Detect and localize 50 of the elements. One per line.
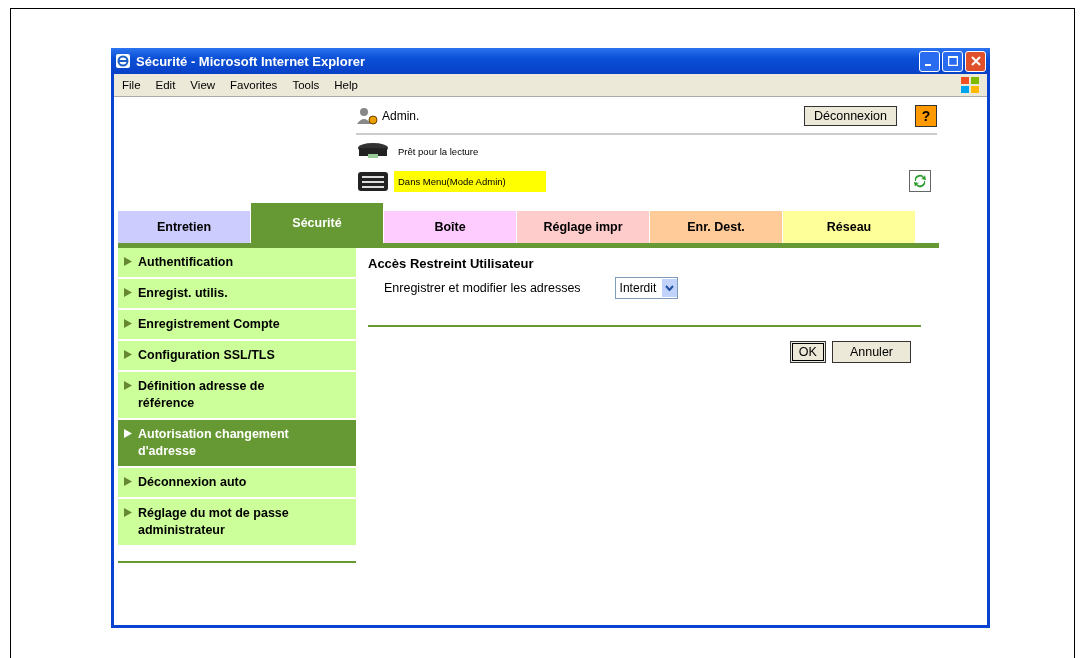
triangle-icon [124,477,132,486]
sidebar-item[interactable]: Déconnexion auto [118,468,356,499]
tab[interactable]: Enr. Dest. [650,211,783,243]
copier-icon [356,170,390,192]
menu-item[interactable]: View [190,79,216,91]
sidebar-item[interactable]: Authentification [118,248,356,279]
help-button[interactable]: ? [915,105,937,127]
status-text: Dans Menu(Mode Admin) [394,170,546,192]
cancel-button[interactable]: Annuler [831,341,911,363]
refresh-icon [912,173,928,189]
triangle-icon [124,257,132,266]
menu-item[interactable]: Edit [155,79,176,91]
section-title: Accès Restreint Utilisateur [368,256,535,271]
user-label: Admin. [382,109,420,123]
sidebar-item[interactable]: Configuration SSL/TLS [118,341,356,372]
window-title: Sécurité - Microsoft Internet Explorer [136,53,365,69]
tab[interactable]: Réglage impr [517,211,650,243]
refresh-button[interactable] [909,170,931,192]
tab[interactable]: Réseau [783,211,916,243]
admin-user-icon [356,106,378,126]
close-icon [970,56,981,66]
triangle-icon [124,288,132,297]
triangle-icon [124,350,132,359]
windows-logo-icon [959,75,981,95]
menu-item[interactable]: Tools [292,79,320,91]
menu-item[interactable]: Favorites [230,79,278,91]
close-button[interactable] [965,50,986,72]
printer-icon [356,141,390,161]
sidebar-item[interactable]: Réglage du mot de passe administrateur [118,499,356,547]
triangle-icon [124,429,132,438]
field-label: Enregistrer et modifier les adresses [384,281,581,295]
ok-button[interactable]: OK [789,341,826,363]
logout-button[interactable]: Déconnexion [804,106,897,126]
tab[interactable]: Entretien [118,211,251,243]
triangle-icon [124,508,132,517]
status-text: Prêt pour la lecture [397,144,480,159]
tab[interactable]: Boîte [384,211,517,243]
sidebar-item[interactable]: Enregist. utilis. [118,279,356,310]
sidebar-item[interactable]: Enregistrement Compte [118,310,356,341]
sidebar-item[interactable]: Définition adresse de référence [118,372,356,420]
minimize-icon [925,64,931,66]
permission-dropdown[interactable]: Interdit [614,277,679,299]
minimize-button[interactable] [919,50,940,72]
triangle-icon [124,319,132,328]
browser-icon [115,53,131,69]
menu-item[interactable]: File [122,79,141,91]
maximize-button[interactable] [942,50,963,72]
maximize-icon [947,56,958,66]
triangle-icon [124,381,132,390]
menu-item[interactable]: Help [334,79,358,91]
